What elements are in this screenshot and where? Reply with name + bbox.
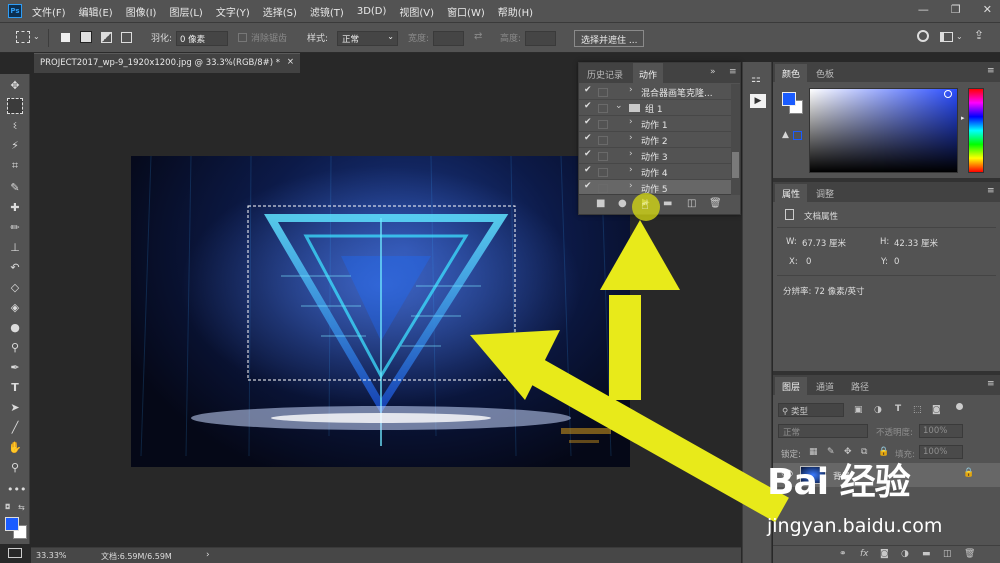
watermark: Bai 经验 jingyan.baidu.com [757, 453, 1000, 543]
baidu-jingyan-logo: Bai 经验 [767, 462, 911, 503]
watermark-url: jingyan.baidu.com [767, 515, 943, 537]
